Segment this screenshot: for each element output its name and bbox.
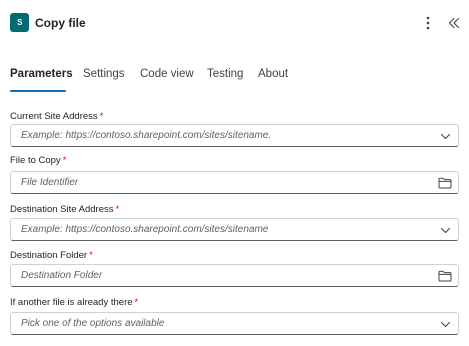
destination-site-address-placeholder: Example: https://contoso.sharepoint.com/… xyxy=(21,224,269,235)
chevron-down-icon[interactable] xyxy=(438,129,452,143)
destination-site-address-dropdown[interactable]: Example: https://contoso.sharepoint.com/… xyxy=(10,218,459,241)
current-site-address-placeholder: Example: https://contoso.sharepoint.com/… xyxy=(21,130,272,141)
more-vertical-icon[interactable] xyxy=(422,14,434,32)
destination-site-address-label: Destination Site Address * xyxy=(10,204,120,215)
panel-header: S Copy file xyxy=(0,0,469,48)
required-marker: * xyxy=(89,250,93,261)
tab-bar: Parameters Settings Code view Testing Ab… xyxy=(0,62,469,92)
file-to-copy-input[interactable]: File Identifier xyxy=(10,171,459,194)
conflict-behavior-placeholder: Pick one of the options available xyxy=(21,318,165,329)
conflict-behavior-label: If another file is already there * xyxy=(10,297,139,308)
required-marker: * xyxy=(115,204,120,215)
folder-icon[interactable] xyxy=(438,269,452,283)
app-icon-letter: S xyxy=(17,18,22,27)
destination-folder-label: Destination Folder * xyxy=(10,250,93,261)
folder-icon[interactable] xyxy=(438,176,452,190)
required-marker: * xyxy=(62,155,67,166)
destination-folder-placeholder: Destination Folder xyxy=(21,270,103,281)
chevron-down-icon[interactable] xyxy=(438,317,452,331)
required-marker: * xyxy=(99,111,104,122)
tab-code-view[interactable]: Code view xyxy=(140,68,194,80)
current-site-address-dropdown[interactable]: Example: https://contoso.sharepoint.com/… xyxy=(10,124,459,147)
active-tab-indicator xyxy=(10,90,66,92)
destination-folder-input[interactable]: Destination Folder xyxy=(10,264,459,287)
conflict-behavior-dropdown[interactable]: Pick one of the options available xyxy=(10,312,459,335)
action-title[interactable]: Copy file xyxy=(35,16,86,30)
tab-settings[interactable]: Settings xyxy=(83,68,125,80)
tab-about[interactable]: About xyxy=(258,68,288,80)
current-site-address-label: Current Site Address * xyxy=(10,111,104,122)
tab-testing[interactable]: Testing xyxy=(207,68,243,80)
chevron-double-left-icon[interactable] xyxy=(446,14,462,32)
file-to-copy-placeholder: File Identifier xyxy=(21,177,79,188)
file-to-copy-label: File to Copy * xyxy=(10,155,67,166)
sharepoint-icon: S xyxy=(10,13,29,32)
tab-parameters[interactable]: Parameters xyxy=(10,68,73,80)
required-marker: * xyxy=(134,297,139,308)
chevron-down-icon[interactable] xyxy=(438,223,452,237)
